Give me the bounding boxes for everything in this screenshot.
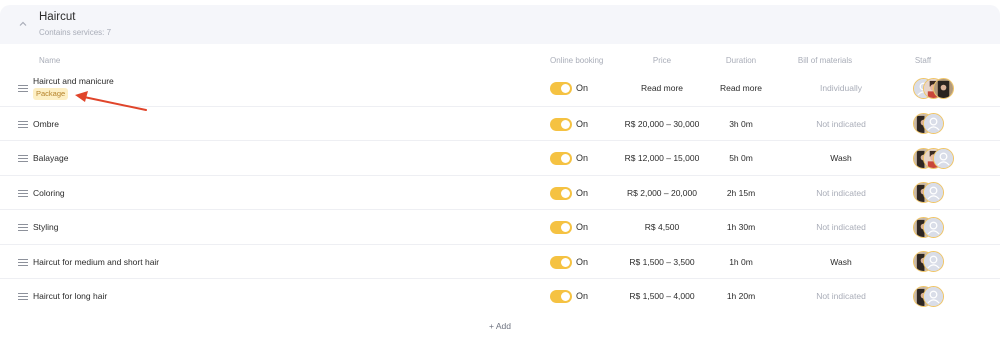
online-booking-toggle[interactable] — [550, 82, 572, 95]
price-value: R$ 12,000 – 15,000 — [624, 153, 700, 163]
price-value: R$ 2,000 – 20,000 — [627, 188, 697, 198]
online-booking-toggle[interactable] — [550, 118, 572, 131]
drag-handle-icon[interactable] — [18, 224, 28, 231]
online-booking-label: On — [576, 153, 589, 163]
duration-value: 1h 20m — [726, 291, 756, 301]
price-read-more-link[interactable]: Read more — [641, 83, 683, 93]
online-booking-label: On — [576, 291, 589, 301]
table-row[interactable]: Styling On R$ 4,500 1h 30m Not indicated — [0, 210, 1000, 245]
bill-of-materials-value: Not indicated — [816, 119, 866, 129]
staff-avatars[interactable] — [913, 286, 973, 307]
bill-of-materials-value: Wash — [830, 153, 852, 163]
column-header-online-booking: Online booking — [550, 56, 604, 65]
online-booking-label: On — [576, 83, 589, 93]
avatar — [923, 113, 944, 134]
avatar — [923, 286, 944, 307]
service-name[interactable]: Coloring — [33, 188, 65, 198]
bill-of-materials-value: Not indicated — [816, 222, 866, 232]
package-badge: Package — [33, 88, 69, 100]
online-booking-toggle[interactable] — [550, 152, 572, 165]
table-row[interactable]: Haircut and manicure Package On Read mor… — [0, 69, 1000, 107]
drag-handle-icon[interactable] — [18, 293, 28, 300]
bill-of-materials-value: Not indicated — [816, 188, 866, 198]
duration-value: 3h 0m — [729, 119, 753, 129]
group-title: Haircut — [39, 11, 76, 23]
staff-avatars[interactable] — [913, 113, 973, 134]
service-name[interactable]: Haircut for long hair — [33, 291, 107, 301]
drag-handle-icon[interactable] — [18, 155, 28, 162]
column-header-bill-of-materials: Bill of materials — [797, 56, 853, 65]
online-booking-toggle[interactable] — [550, 221, 572, 234]
add-service-button[interactable]: + Add — [489, 321, 511, 331]
group-service-count: Contains services: 7 — [39, 28, 112, 37]
duration-read-more-link[interactable]: Read more — [720, 83, 762, 93]
duration-value: 2h 15m — [726, 188, 756, 198]
drag-handle-icon[interactable] — [18, 85, 28, 92]
column-header-staff: Staff — [914, 56, 932, 65]
staff-avatars[interactable] — [913, 251, 973, 272]
chevron-up-icon[interactable] — [16, 17, 30, 31]
online-booking-label: On — [576, 119, 589, 129]
service-name[interactable]: Haircut and manicure — [33, 76, 114, 86]
staff-avatars[interactable] — [913, 217, 973, 238]
price-value: R$ 1,500 – 4,000 — [629, 291, 695, 301]
table-row[interactable]: Ombre On R$ 20,000 – 30,000 3h 0m Not in… — [0, 107, 1000, 141]
online-booking-toggle[interactable] — [550, 187, 572, 200]
duration-value: 1h 0m — [729, 257, 753, 267]
group-header: Haircut Contains services: 7 — [0, 5, 1000, 44]
online-booking-label: On — [576, 257, 589, 267]
avatar — [933, 78, 954, 99]
drag-handle-icon[interactable] — [18, 121, 28, 128]
service-name[interactable]: Balayage — [33, 153, 68, 163]
table-row[interactable]: Haircut for long hair On R$ 1,500 – 4,00… — [0, 279, 1000, 314]
duration-value: 5h 0m — [729, 153, 753, 163]
table-row[interactable]: Balayage On R$ 12,000 – 15,000 5h 0m Was… — [0, 141, 1000, 176]
add-row: + Add — [0, 316, 1000, 336]
table-row[interactable]: Coloring On R$ 2,000 – 20,000 2h 15m Not… — [0, 176, 1000, 210]
avatar — [923, 217, 944, 238]
service-name[interactable]: Ombre — [33, 119, 59, 129]
service-name[interactable]: Haircut for medium and short hair — [33, 257, 159, 267]
column-header-price: Price — [652, 56, 672, 65]
staff-avatars[interactable] — [913, 182, 973, 203]
column-header-name: Name — [39, 56, 61, 65]
duration-value: 1h 30m — [726, 222, 756, 232]
table-row[interactable]: Haircut for medium and short hair On R$ … — [0, 245, 1000, 279]
staff-avatars[interactable] — [913, 78, 973, 99]
online-booking-label: On — [576, 188, 589, 198]
bill-of-materials-value: Not indicated — [816, 291, 866, 301]
drag-handle-icon[interactable] — [18, 190, 28, 197]
bill-of-materials-value: Individually — [819, 83, 863, 93]
avatar — [923, 251, 944, 272]
service-name[interactable]: Styling — [33, 222, 59, 232]
price-value: R$ 1,500 – 3,500 — [629, 257, 695, 267]
bill-of-materials-value: Wash — [830, 257, 852, 267]
online-booking-label: On — [576, 222, 589, 232]
price-value: R$ 20,000 – 30,000 — [624, 119, 700, 129]
staff-avatars[interactable] — [913, 148, 973, 169]
avatar — [933, 148, 954, 169]
price-value: R$ 4,500 — [644, 222, 680, 232]
online-booking-toggle[interactable] — [550, 290, 572, 303]
online-booking-toggle[interactable] — [550, 256, 572, 269]
avatar — [923, 182, 944, 203]
column-header-duration: Duration — [725, 56, 757, 65]
drag-handle-icon[interactable] — [18, 259, 28, 266]
